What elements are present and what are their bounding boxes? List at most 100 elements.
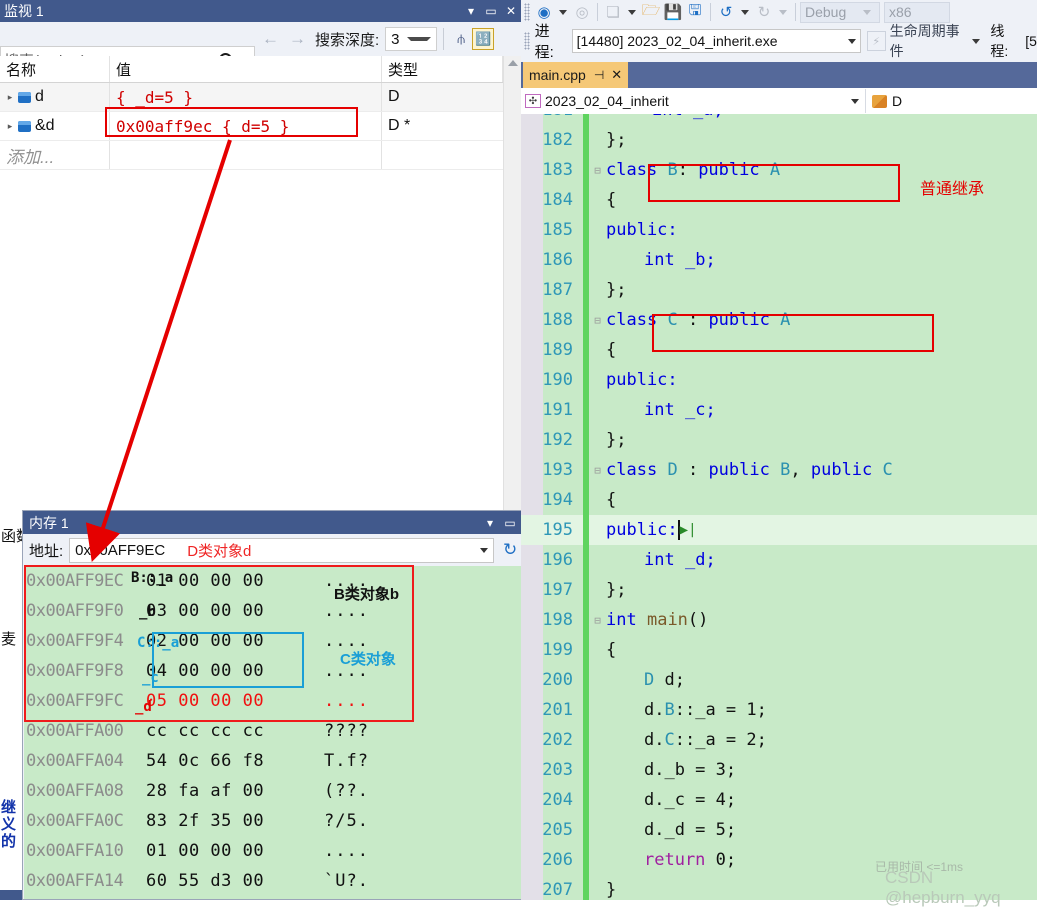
- lifecycle-chevron-down-icon[interactable]: [972, 38, 981, 44]
- pin-icon[interactable]: ⊣: [594, 68, 604, 82]
- code-highlight-class-c: [652, 314, 934, 352]
- fold-marker[interactable]: ⊟: [589, 314, 606, 327]
- watch-nav-forward-icon[interactable]: →: [289, 29, 306, 49]
- code-text: {: [606, 190, 617, 210]
- lifecycle-events-icon: ⚡: [866, 31, 886, 51]
- toolbar-grip[interactable]: [524, 32, 530, 50]
- refresh-icon[interactable]: ↻: [500, 540, 520, 560]
- scroll-up-arrow-icon[interactable]: [507, 60, 518, 66]
- change-marker: [583, 665, 589, 695]
- change-marker: [583, 695, 589, 725]
- code-text: public:: [606, 370, 678, 390]
- code-line: 202 d.C::_a = 2;: [521, 725, 1037, 755]
- bg-fragment: 函数: [1, 528, 24, 545]
- pin-filter-icon[interactable]: ⫛: [450, 28, 472, 50]
- undo-chevron-down-icon[interactable]: [741, 9, 749, 15]
- watch-row-type-cell: D: [382, 83, 503, 111]
- memory-field-label-c-a: C::_a: [137, 635, 180, 651]
- memory-toolbar: 地址: 0x00AFF9EC D类对象d ↻ ··: [23, 534, 540, 566]
- undo-icon[interactable]: ↺: [715, 2, 737, 22]
- watch-col-type: 类型: [382, 56, 503, 82]
- line-number: 203: [542, 760, 573, 780]
- line-number: 195: [542, 520, 573, 540]
- solution-configuration-select[interactable]: Debug: [800, 1, 880, 23]
- line-number: 190: [542, 370, 573, 390]
- lifecycle-events-label[interactable]: 生命周期事件: [890, 21, 969, 61]
- line-number: 207: [542, 880, 573, 900]
- line-number: 205: [542, 820, 573, 840]
- hex-display-toggle-icon[interactable]: 🔢: [472, 28, 495, 50]
- code-text: {: [606, 490, 617, 510]
- toolbar-separator: [443, 28, 445, 50]
- open-folder-icon[interactable]: 🗁: [640, 2, 662, 22]
- code-line: 193 ⊟ class D : public B, public C: [521, 455, 1037, 485]
- code-text: return 0;: [644, 850, 737, 870]
- memory-maximize-icon[interactable]: ▭: [500, 516, 520, 530]
- fold-marker[interactable]: ⊟: [589, 164, 606, 177]
- fold-marker[interactable]: ⊟: [589, 464, 606, 477]
- code-line: 191 int _c;: [521, 395, 1037, 425]
- memory-address-input[interactable]: 0x00AFF9EC D类对象d: [69, 537, 495, 563]
- variable-cube-icon: [18, 120, 31, 132]
- memory-address-annotation: D类对象d: [187, 542, 252, 560]
- toolbar-grip[interactable]: [524, 3, 530, 21]
- tab-main-cpp[interactable]: main.cpp ⊣ ✕: [523, 62, 629, 88]
- watch-dropdown-icon[interactable]: ▾: [461, 4, 481, 18]
- process-select[interactable]: [14480] 2023_02_04_inherit.exe: [571, 29, 861, 53]
- code-text: D d;: [644, 670, 685, 690]
- code-line: 196 int _d;: [521, 545, 1037, 575]
- bg-fragment: 义: [1, 815, 17, 833]
- watch-col-value: 值: [110, 56, 382, 82]
- line-number: 183: [542, 160, 573, 180]
- code-text: public:: [606, 220, 678, 240]
- code-editor[interactable]: 181 int _a; 182 }; 183 ⊟ class B: public…: [521, 114, 1037, 900]
- close-icon[interactable]: ✕: [611, 67, 622, 83]
- project-scope-select[interactable]: ✣ 2023_02_04_inherit: [521, 89, 866, 113]
- watch-close-icon[interactable]: ✕: [501, 4, 521, 18]
- chevron-down-icon[interactable]: [480, 547, 489, 553]
- code-text: d.B::_a = 1;: [644, 700, 767, 720]
- redo-icon: ↻: [757, 4, 771, 21]
- code-line: 199 {: [521, 635, 1037, 665]
- expand-chevron-icon[interactable]: ▸: [2, 121, 18, 132]
- expand-chevron-icon[interactable]: ▸: [2, 92, 18, 103]
- save-all-icon[interactable]: 🖫: [684, 2, 706, 22]
- watch-add-row[interactable]: 添加...: [0, 141, 521, 170]
- fold-marker[interactable]: ⊟: [589, 614, 606, 627]
- code-text: };: [606, 130, 627, 150]
- watch-add-value-cell[interactable]: [110, 141, 382, 169]
- new-item-icon[interactable]: ❏: [602, 2, 624, 22]
- line-number: 199: [542, 640, 573, 660]
- change-marker: [583, 395, 589, 425]
- watch-vertical-scrollbar[interactable]: [503, 56, 521, 510]
- change-marker: [583, 515, 589, 545]
- code-line: 198 ⊟ int main(): [521, 605, 1037, 635]
- solution-platform-select[interactable]: x86: [884, 1, 950, 23]
- watch-row-name-cell[interactable]: ▸ d: [0, 83, 110, 111]
- watch-maximize-icon[interactable]: ▭: [481, 4, 501, 18]
- save-icon[interactable]: 💾: [662, 2, 684, 22]
- watch-add-cell[interactable]: 添加...: [0, 141, 110, 169]
- search-depth-select[interactable]: 3: [385, 27, 438, 51]
- code-line: 205 d._d = 5;: [521, 815, 1037, 845]
- search-depth-value: 3: [391, 30, 400, 48]
- csdn-watermark: CSDN @hepburn_yyq: [885, 868, 1001, 907]
- change-marker: [583, 545, 589, 575]
- new-item-chevron-down-icon[interactable]: [628, 9, 636, 15]
- chevron-down-icon: [407, 37, 432, 41]
- watch-row-name-cell[interactable]: ▸ &d: [0, 112, 110, 140]
- watch-nav-back-icon[interactable]: ←: [262, 29, 279, 49]
- change-marker: [583, 755, 589, 785]
- class-member-icon: [872, 94, 887, 108]
- bg-fragment: 继: [1, 798, 17, 816]
- annotation-normal-inheritance: 普通继承: [920, 181, 985, 198]
- member-scope-select[interactable]: D: [866, 93, 1037, 109]
- process-value: [14480] 2023_02_04_inherit.exe: [576, 33, 778, 49]
- code-text: {: [606, 340, 617, 360]
- thread-select[interactable]: [5: [1025, 33, 1037, 49]
- navigate-back-icon[interactable]: ◉: [533, 2, 555, 22]
- code-line: 186 int _b;: [521, 245, 1037, 275]
- run-to-cursor-icon[interactable]: ▶|: [680, 522, 697, 538]
- navigate-back-chevron-down-icon[interactable]: [559, 9, 567, 15]
- memory-dropdown-icon[interactable]: ▾: [480, 516, 500, 530]
